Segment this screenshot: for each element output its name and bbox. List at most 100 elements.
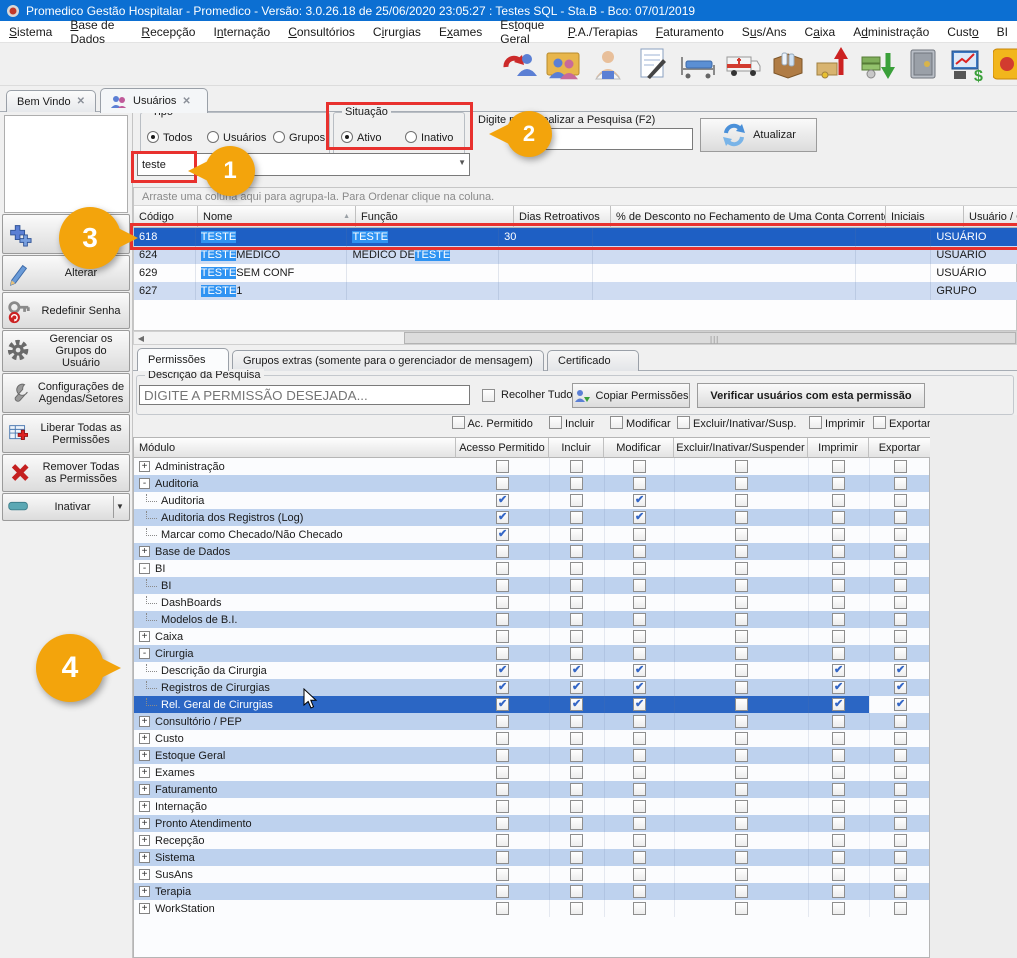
perm-checkbox-excluir-inativar-suspender[interactable] [735, 732, 748, 745]
expand-icon[interactable]: + [139, 733, 150, 744]
inativar-button[interactable]: Inativar▼ [2, 493, 130, 521]
perm-tab-certificado[interactable]: Certificado [547, 350, 639, 371]
perm-checkbox-modificar[interactable] [633, 664, 646, 677]
perm-checkbox-acesso-permitido[interactable] [496, 800, 509, 813]
perm-row-auditoria-dos-registros-log-child[interactable]: Auditoria dos Registros (Log) [134, 509, 929, 526]
close-icon[interactable]: ✕ [77, 96, 85, 107]
perm-checkbox-modificar[interactable] [633, 630, 646, 643]
perm-column-excluir-inativar-suspender[interactable]: Excluir/Inativar/Suspender [674, 438, 808, 458]
perm-checkbox-exportar[interactable] [894, 749, 907, 762]
perm-checkbox-imprimir[interactable] [832, 528, 845, 541]
menu-item-caixa[interactable]: Caixa [796, 23, 845, 41]
perm-column-imprimir[interactable]: Imprimir [808, 438, 869, 458]
perm-checkbox-incluir[interactable] [570, 494, 583, 507]
perm-row-estoque-geral[interactable]: +Estoque Geral [134, 747, 929, 764]
perm-checkbox-excluir-inativar-suspender[interactable] [735, 460, 748, 473]
perm-checkbox-exportar[interactable] [894, 902, 907, 915]
perm-row-faturamento[interactable]: +Faturamento [134, 781, 929, 798]
perm-checkbox-imprimir[interactable] [832, 715, 845, 728]
expand-icon[interactable]: + [139, 869, 150, 880]
menu-item-custo[interactable]: Custo [938, 23, 987, 41]
perm-checkbox-acesso-permitido[interactable] [496, 562, 509, 575]
perm-checkbox-incluir[interactable] [570, 732, 583, 745]
perm-checkbox-exportar[interactable] [894, 579, 907, 592]
perm-checkbox-imprimir[interactable] [832, 698, 845, 711]
perm-row-cirurgia[interactable]: -Cirurgia [134, 645, 929, 662]
menu-item-sus-ans[interactable]: Sus/Ans [733, 23, 796, 41]
perm-checkbox-modificar[interactable] [633, 834, 646, 847]
perm-checkbox-exportar[interactable] [894, 460, 907, 473]
perm-checkbox-exportar[interactable] [894, 834, 907, 847]
expense-down-icon[interactable] [858, 45, 898, 83]
perm-row-susans[interactable]: +SusAns [134, 866, 929, 883]
copiar-permissoes-button[interactable]: Copiar Permissões [572, 383, 690, 408]
menu-item-sistema[interactable]: Sistema [0, 23, 61, 41]
perm-checkbox-modificar[interactable] [633, 885, 646, 898]
perm-row-rel-geral-de-cirurgias-child[interactable]: Rel. Geral de Cirurgias [134, 696, 929, 713]
perm-row-descricao-da-cirurgia-child[interactable]: Descrição da Cirurgia [134, 662, 929, 679]
doctor-icon[interactable] [588, 45, 628, 83]
perm-checkbox-acesso-permitido[interactable] [496, 902, 509, 915]
quick-check-imprimir[interactable]: Imprimir [809, 416, 865, 430]
configuracoes-de-agendas-setores-button[interactable]: Configurações de Agendas/Setores [2, 373, 130, 413]
expand-icon[interactable]: + [139, 818, 150, 829]
recolher-tudo-checkbox[interactable] [482, 389, 495, 403]
perm-row-terapia[interactable]: +Terapia [134, 883, 929, 900]
perm-checkbox-excluir-inativar-suspender[interactable] [735, 511, 748, 524]
perm-checkbox-excluir-inativar-suspender[interactable] [735, 562, 748, 575]
perm-checkbox-acesso-permitido[interactable] [496, 885, 509, 898]
perm-checkbox-incluir[interactable] [570, 460, 583, 473]
perm-checkbox-imprimir[interactable] [832, 817, 845, 830]
perm-row-auditoria-child[interactable]: Auditoria [134, 492, 929, 509]
perm-row-recepcao[interactable]: +Recepção [134, 832, 929, 849]
perm-checkbox-imprimir[interactable] [832, 511, 845, 524]
perm-checkbox-imprimir[interactable] [832, 749, 845, 762]
perm-checkbox-excluir-inativar-suspender[interactable] [735, 579, 748, 592]
quick-check-incluir[interactable]: Incluir [549, 416, 594, 430]
perm-checkbox-incluir[interactable] [570, 851, 583, 864]
perm-checkbox-modificar[interactable] [633, 596, 646, 609]
perm-checkbox-acesso-permitido[interactable] [496, 851, 509, 864]
scrollbar-thumb[interactable]: ||| [404, 332, 1016, 344]
perm-row-marcar-como-checado-nao-checado-child[interactable]: Marcar como Checado/Não Checado [134, 526, 929, 543]
expand-icon[interactable]: + [139, 801, 150, 812]
perm-checkbox-incluir[interactable] [570, 545, 583, 558]
perm-checkbox-exportar[interactable] [894, 800, 907, 813]
hospital-bed-icon[interactable] [678, 45, 718, 83]
perm-checkbox-modificar[interactable] [633, 902, 646, 915]
perm-checkbox-modificar[interactable] [633, 460, 646, 473]
tipo-radio-usuarios[interactable]: Usuários [207, 131, 266, 144]
refresh-users-icon[interactable] [498, 45, 538, 83]
perm-checkbox-imprimir[interactable] [832, 664, 845, 677]
perm-checkbox-incluir[interactable] [570, 681, 583, 694]
perm-checkbox-excluir-inativar-suspender[interactable] [735, 749, 748, 762]
expand-icon[interactable]: + [139, 767, 150, 778]
perm-checkbox-acesso-permitido[interactable] [496, 766, 509, 779]
perm-checkbox-excluir-inativar-suspender[interactable] [735, 783, 748, 796]
menu-item-recepcao[interactable]: Recepção [132, 23, 204, 41]
perm-checkbox-excluir-inativar-suspender[interactable] [735, 477, 748, 490]
patient-records-icon[interactable] [543, 45, 583, 83]
perm-row-bi[interactable]: -BI [134, 560, 929, 577]
perm-checkbox-incluir[interactable] [570, 613, 583, 626]
menu-item-p-a-terapias[interactable]: P.A./Terapias [559, 23, 647, 41]
expand-icon[interactable]: + [139, 886, 150, 897]
perm-checkbox-excluir-inativar-suspender[interactable] [735, 868, 748, 881]
perm-checkbox-incluir[interactable] [570, 885, 583, 898]
perm-checkbox-exportar[interactable] [894, 664, 907, 677]
perm-checkbox-incluir[interactable] [570, 562, 583, 575]
perm-checkbox-exportar[interactable] [894, 698, 907, 711]
perm-checkbox-modificar[interactable] [633, 647, 646, 660]
perm-checkbox-incluir[interactable] [570, 528, 583, 541]
perm-checkbox-exportar[interactable] [894, 562, 907, 575]
perm-checkbox-imprimir[interactable] [832, 681, 845, 694]
perm-checkbox-excluir-inativar-suspender[interactable] [735, 902, 748, 915]
perm-checkbox-modificar[interactable] [633, 783, 646, 796]
perm-checkbox-excluir-inativar-suspender[interactable] [735, 494, 748, 507]
perm-checkbox-imprimir[interactable] [832, 868, 845, 881]
contract-icon[interactable] [633, 45, 673, 83]
perm-checkbox-imprimir[interactable] [832, 494, 845, 507]
perm-checkbox-modificar[interactable] [633, 579, 646, 592]
perm-checkbox-excluir-inativar-suspender[interactable] [735, 817, 748, 830]
perm-checkbox-imprimir[interactable] [832, 800, 845, 813]
